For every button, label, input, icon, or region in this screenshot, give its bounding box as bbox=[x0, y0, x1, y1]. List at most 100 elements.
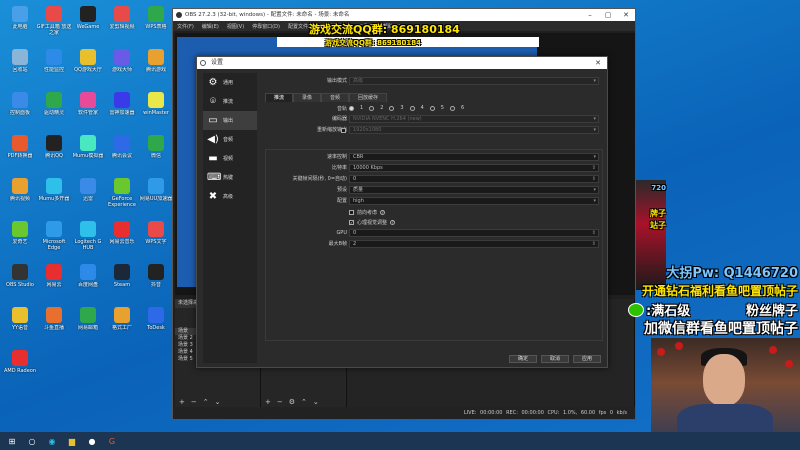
desktop-icon[interactable]: AMD Radeon bbox=[2, 348, 38, 388]
sidebar-item-stream[interactable]: ⌾ 推流 bbox=[203, 92, 257, 111]
settings-titlebar[interactable]: 设置 ✕ bbox=[197, 57, 607, 69]
apply-button[interactable]: 应用 bbox=[573, 355, 601, 363]
desktop-icon[interactable]: Logitech G HUB bbox=[70, 219, 106, 259]
track-radio[interactable] bbox=[389, 105, 395, 111]
desktop-icon[interactable]: winMaster bbox=[138, 90, 174, 130]
tab-replay-buffer[interactable]: 回放缓存 bbox=[349, 93, 388, 102]
desktop-icon[interactable]: 抖音 bbox=[138, 262, 174, 302]
sidebar-item-video[interactable]: ▬ 视频 bbox=[203, 149, 257, 168]
keyframe-input[interactable]: 0 bbox=[349, 175, 599, 183]
sidebar-item-output[interactable]: ▭ 输出 bbox=[203, 111, 257, 130]
desktop-icon[interactable]: 此电脑 bbox=[2, 4, 38, 44]
bframes-input[interactable]: 2 bbox=[349, 240, 599, 248]
desktop-icon[interactable]: QQ游戏大厅 bbox=[70, 47, 106, 87]
menu-docks[interactable]: 停靠窗口(D) bbox=[252, 23, 280, 30]
desktop-icon[interactable]: 网易邮箱 bbox=[70, 305, 106, 345]
start-icon[interactable]: ⊞ bbox=[4, 434, 20, 448]
menu-file[interactable]: 文件(F) bbox=[177, 23, 194, 30]
desktop-icon[interactable]: 控制面板 bbox=[2, 90, 38, 130]
desktop-icon[interactable]: 性能监控 bbox=[36, 47, 72, 87]
bitrate-input[interactable]: 10000 Kbps bbox=[349, 164, 599, 172]
help-icon[interactable]: ? bbox=[380, 209, 386, 215]
settings-dialog[interactable]: 设置 ✕ ⚙ 通用 ⌾ 推流 ▭ 输出 ◀) 音频 ▬ 视频 ⌨ 热键 ✖ 高级 输出模式 高… bbox=[196, 56, 608, 368]
desktop-icon[interactable]: GIF工具箱 放送之家 bbox=[36, 4, 72, 44]
ok-button[interactable]: 确定 bbox=[509, 355, 537, 363]
tab-stream[interactable]: 推流 bbox=[265, 93, 294, 102]
desktop-icon[interactable]: 腾讯QQ bbox=[36, 133, 72, 173]
move-up-icon[interactable]: ⌃ bbox=[203, 397, 209, 407]
desktop-icon[interactable]: 腾讯会议 bbox=[104, 133, 140, 173]
edge-icon[interactable]: ◉ bbox=[44, 434, 60, 448]
lookahead-checkbox[interactable] bbox=[349, 209, 354, 215]
desktop-icon[interactable]: 腾讯游戏 bbox=[138, 47, 174, 87]
desktop-icon[interactable]: 迅雷 bbox=[70, 176, 106, 216]
desktop-icon[interactable]: OBS Studio bbox=[2, 262, 38, 302]
desktop-icon[interactable]: Mumu多开器 bbox=[36, 176, 72, 216]
desktop-icon[interactable]: GeForce Experience bbox=[104, 176, 140, 216]
preset-select[interactable]: 质量 bbox=[349, 186, 599, 194]
sidebar-item-general[interactable]: ⚙ 通用 bbox=[203, 73, 257, 92]
desktop-icon[interactable]: Steam bbox=[104, 262, 140, 302]
desktop-icon[interactable]: Microsoft Edge bbox=[36, 219, 72, 259]
search-icon[interactable]: ○ bbox=[24, 434, 40, 448]
remove-scene-icon[interactable]: − bbox=[191, 397, 197, 407]
desktop-icon[interactable]: 格式工厂 bbox=[104, 305, 140, 345]
maximize-icon[interactable]: ▢ bbox=[599, 9, 617, 21]
desktop-icon[interactable]: 软件管家 bbox=[70, 90, 106, 130]
desktop-icon[interactable]: ToDesk bbox=[138, 305, 174, 345]
desktop-icon[interactable]: 微信 bbox=[138, 133, 174, 173]
track-radio[interactable] bbox=[409, 105, 415, 111]
menu-edit[interactable]: 编辑(E) bbox=[202, 23, 219, 30]
desktop-icon[interactable]: 回收站 bbox=[2, 47, 38, 87]
track-radio[interactable] bbox=[449, 105, 455, 111]
menu-view[interactable]: 视图(V) bbox=[227, 23, 244, 30]
explorer-icon[interactable]: ▆ bbox=[64, 434, 80, 448]
desktop-icon[interactable]: WPS表格 bbox=[138, 4, 174, 44]
desktop-icon[interactable]: 爱奇艺 bbox=[2, 219, 38, 259]
desktop-icon[interactable]: WPS文字 bbox=[138, 219, 174, 259]
desktop-icon[interactable]: 雷神加速器 bbox=[104, 90, 140, 130]
cancel-button[interactable]: 取消 bbox=[541, 355, 569, 363]
move-down-icon[interactable]: ⌄ bbox=[215, 397, 221, 407]
minimize-icon[interactable]: – bbox=[581, 9, 599, 21]
remove-source-icon[interactable]: − bbox=[277, 397, 283, 407]
logitech-icon[interactable]: G bbox=[104, 434, 120, 448]
track-radio[interactable] bbox=[369, 105, 375, 111]
desktop-icon[interactable]: 网易UU加速器 bbox=[138, 176, 174, 216]
sidebar-item-hotkeys[interactable]: ⌨ 热键 bbox=[203, 168, 257, 187]
desktop-icon[interactable]: 腾讯视频 bbox=[2, 176, 38, 216]
desktop-icon[interactable]: 游戏大师 bbox=[104, 47, 140, 87]
add-source-icon[interactable]: + bbox=[265, 397, 271, 407]
obs-titlebar[interactable]: OBS 27.2.3 (32-bit, windows) - 配置文件: 未命名… bbox=[173, 9, 635, 21]
move-up-icon[interactable]: ⌃ bbox=[301, 397, 307, 407]
help-icon[interactable]: ? bbox=[390, 219, 396, 225]
add-scene-icon[interactable]: + bbox=[179, 397, 185, 407]
sidebar-item-advanced[interactable]: ✖ 高级 bbox=[203, 187, 257, 206]
desktop-icon[interactable]: 网易云 bbox=[36, 262, 72, 302]
encoder-select[interactable]: NVIDIA NVENC H.264 (new) bbox=[349, 115, 599, 123]
tab-recording[interactable]: 录像 bbox=[293, 93, 322, 102]
desktop-icon[interactable]: YY语音 bbox=[2, 305, 38, 345]
gpu-input[interactable]: 0 bbox=[349, 229, 599, 237]
desktop-icon[interactable]: WeGame bbox=[70, 4, 106, 44]
desktop-icon[interactable]: 斗鱼直播 bbox=[36, 305, 72, 345]
desktop-icon[interactable]: Mumu模拟器 bbox=[70, 133, 106, 173]
sidebar-item-audio[interactable]: ◀) 音频 bbox=[203, 130, 257, 149]
desktop-icon[interactable]: PDF转换器 bbox=[2, 133, 38, 173]
tab-audio[interactable]: 音频 bbox=[321, 93, 350, 102]
profile-select[interactable]: high bbox=[349, 197, 599, 205]
track-radio[interactable] bbox=[349, 105, 354, 111]
desktop-icon[interactable]: 百度网盘 bbox=[70, 262, 106, 302]
close-icon[interactable]: ✕ bbox=[617, 9, 635, 21]
obs-icon[interactable]: ● bbox=[84, 434, 100, 448]
desktop-icon[interactable]: 网易云音乐 bbox=[104, 219, 140, 259]
move-down-icon[interactable]: ⌄ bbox=[313, 397, 319, 407]
rescale-select[interactable]: 1920x1080 bbox=[349, 126, 599, 134]
psycho-checkbox[interactable]: ✓ bbox=[349, 219, 354, 225]
source-settings-icon[interactable]: ⚙ bbox=[289, 397, 295, 407]
close-icon[interactable]: ✕ bbox=[595, 57, 601, 69]
track-radio[interactable] bbox=[429, 105, 435, 111]
rate-control-select[interactable]: CBR bbox=[349, 153, 599, 161]
desktop-icon[interactable]: 驱动精灵 bbox=[36, 90, 72, 130]
output-mode-select[interactable]: 高级 bbox=[349, 77, 599, 85]
